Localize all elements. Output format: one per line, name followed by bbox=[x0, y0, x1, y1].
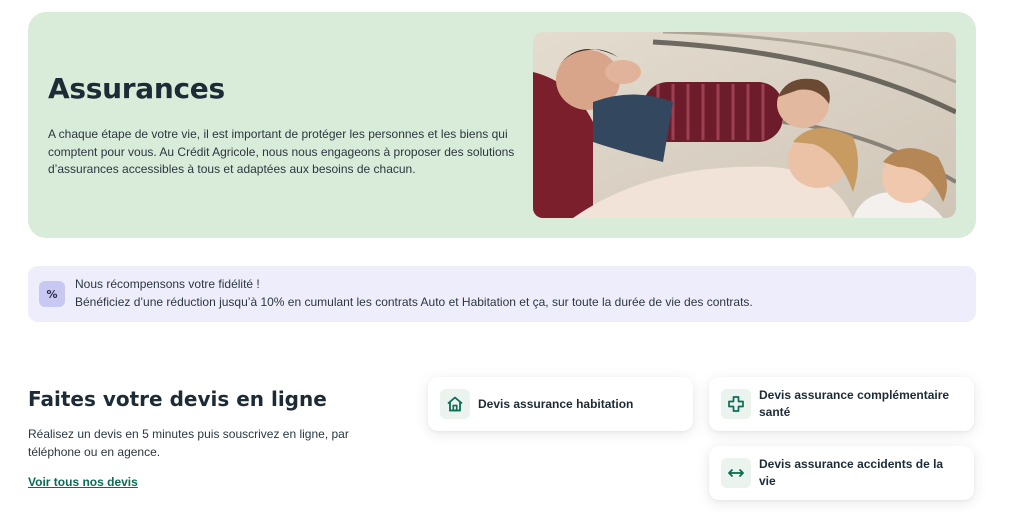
loyalty-description: Bénéficiez d’une réduction jusqu’à 10% e… bbox=[75, 295, 753, 309]
loyalty-banner: % Nous récompensons votre fidélité ! Bén… bbox=[28, 266, 976, 322]
quote-card-health-insurance[interactable]: Devis assurance complémentaire santé bbox=[709, 377, 974, 431]
percent-icon: % bbox=[39, 281, 65, 307]
page-title: Assurances bbox=[48, 72, 225, 105]
quote-card-label: Devis assurance habitation bbox=[478, 396, 634, 411]
health-cross-icon bbox=[721, 389, 751, 419]
quote-card-home-insurance[interactable]: Devis assurance habitation bbox=[428, 377, 693, 431]
double-arrow-icon bbox=[721, 458, 751, 488]
see-all-quotes-link[interactable]: Voir tous nos devis bbox=[28, 475, 138, 489]
house-icon bbox=[440, 389, 470, 419]
quote-card-accident-insurance[interactable]: Devis assurance accidents de la vie bbox=[709, 446, 974, 500]
devis-section-description: Réalisez un devis en 5 minutes puis sous… bbox=[28, 427, 349, 459]
hero-description: A chaque étape de votre vie, il est impo… bbox=[48, 127, 515, 176]
loyalty-title: Nous récompensons votre fidélité ! bbox=[75, 277, 260, 291]
quote-card-label: Devis assurance complémentaire santé bbox=[759, 388, 950, 419]
hero-banner: Assurances A chaque étape de votre vie, … bbox=[28, 12, 976, 238]
devis-section-title: Faites votre devis en ligne bbox=[28, 387, 327, 411]
family-photo bbox=[533, 32, 956, 218]
quote-card-label: Devis assurance accidents de la vie bbox=[759, 457, 944, 488]
